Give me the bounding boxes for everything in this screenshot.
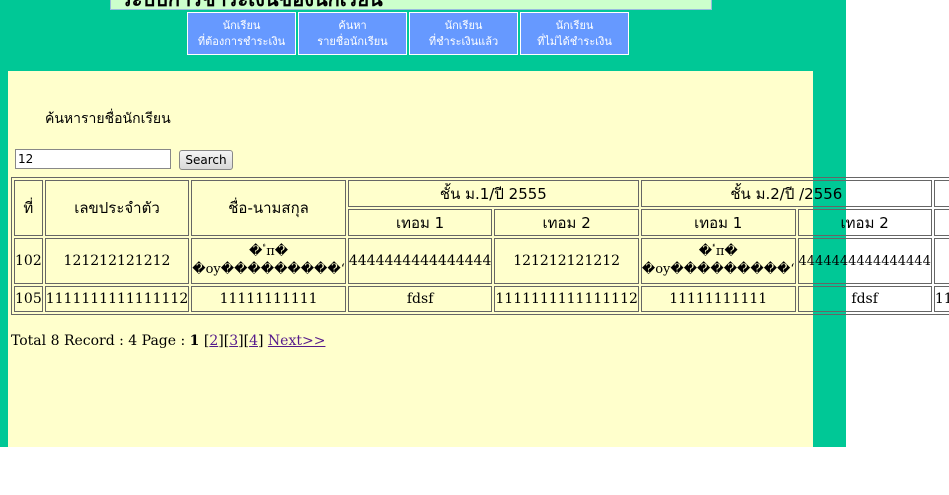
nav-label-line1: ค้นหา: [338, 18, 367, 32]
nav-label-line2: ที่ชำระเงินแล้ว: [428, 34, 499, 48]
header-title: ระบบการชำระเงินของนักเรียน: [121, 0, 383, 9]
cell-no: 102: [14, 238, 43, 284]
header-id: เลขประจำตัว: [44, 180, 190, 236]
header-term1: เทอม 1: [347, 209, 493, 236]
cell-no: 105: [14, 286, 43, 312]
cell-m2-term2: 4444444444444444: [797, 238, 932, 284]
cell-extra: 11: [933, 286, 949, 312]
nav-label-line1: นักเรียน: [222, 18, 261, 32]
nav-label-line2: รายชื่อนักเรียน: [317, 34, 388, 48]
cell-m1-term2: 121212121212: [494, 238, 639, 284]
header-group-extra: [933, 180, 949, 207]
nav-label-line2: ที่ต้องการชำระเงิน: [197, 34, 286, 48]
cell-name: �ٴπ� �oy���������ʻ: [191, 238, 346, 284]
search-button[interactable]: Search: [179, 150, 233, 170]
nav-label-line1: นักเรียน: [444, 18, 483, 32]
cell-m2-term2: fdsf: [797, 286, 932, 312]
cell-m2-term1: 11111111111: [640, 286, 796, 312]
cell-name-line1: �ٴπ�: [249, 244, 289, 259]
header-term2: เทอม 2: [494, 209, 639, 236]
main-nav: นักเรียน ที่ต้องการชำระเงิน ค้นหา รายชื่…: [187, 12, 629, 55]
cell-m2-term1: �ٴπ� �oy���������ʻ: [640, 238, 796, 284]
header-no: ที่: [14, 180, 43, 236]
bracket: ][: [218, 333, 230, 349]
nav-search-students-button[interactable]: ค้นหา รายชื่อนักเรียน: [298, 12, 407, 55]
nav-paid-students-button[interactable]: นักเรียน ที่ชำระเงินแล้ว: [409, 12, 518, 55]
table-row: 102 121212121212 �ٴπ� �oy���������ʻ 4444…: [14, 238, 949, 284]
table-row: 105 1111111111111112 11111111111 fdsf 11…: [14, 286, 949, 312]
students-table: ที่ เลขประจำตัว ชื่อ-นามสกุล ชั้น ม.1/ปี…: [11, 177, 949, 315]
pagination-current-page: 1: [189, 333, 200, 349]
cell-m1-term1: fdsf: [347, 286, 493, 312]
nav-label-line2: ที่ไม่ได้ชำระเงิน: [537, 34, 612, 48]
cell-extra: [933, 238, 949, 284]
cell-id: 121212121212: [44, 238, 190, 284]
header-group-m2: ชั้น ม.2/ปี /2556: [640, 180, 932, 207]
page-link-4[interactable]: 4: [249, 333, 258, 349]
search-input[interactable]: [15, 149, 171, 169]
header-extra: [933, 209, 949, 236]
pagination: Total 8 Record : 4 Page : 1 [2][3][4] Ne…: [11, 333, 325, 349]
page-link-3[interactable]: 3: [229, 333, 238, 349]
bracket: ]: [257, 333, 264, 349]
header-term2: เทอม 2: [797, 209, 932, 236]
cell-name-line2: �oy���������ʻ: [192, 262, 345, 277]
nav-unpaid-request-button[interactable]: นักเรียน ที่ต้องการชำระเงิน: [187, 12, 296, 55]
next-page-link[interactable]: Next>>: [268, 333, 326, 349]
bracket: ][: [238, 333, 250, 349]
header-banner: ระบบการชำระเงินของนักเรียน: [110, 0, 712, 10]
nav-not-paid-students-button[interactable]: นักเรียน ที่ไม่ได้ชำระเงิน: [520, 12, 629, 55]
cell-m1-term1: 4444444444444444: [347, 238, 493, 284]
page-title: ค้นหารายชื่อนักเรียน: [45, 111, 171, 127]
pagination-summary: Total 8 Record : 4 Page :: [11, 333, 186, 349]
header-term1: เทอม 1: [640, 209, 796, 236]
cell-m2-term1-line1: �ٴπ�: [698, 244, 738, 259]
cell-name: 11111111111: [191, 286, 346, 312]
page-link-2[interactable]: 2: [209, 333, 218, 349]
header-group-m1: ชั้น ม.1/ปี 2555: [347, 180, 639, 207]
cell-m1-term2: 1111111111111112: [494, 286, 639, 312]
cell-id: 1111111111111112: [44, 286, 190, 312]
nav-label-line1: นักเรียน: [555, 18, 594, 32]
header-name: ชื่อ-นามสกุล: [191, 180, 346, 236]
cell-m2-term1-line2: �oy���������ʻ: [641, 262, 795, 277]
